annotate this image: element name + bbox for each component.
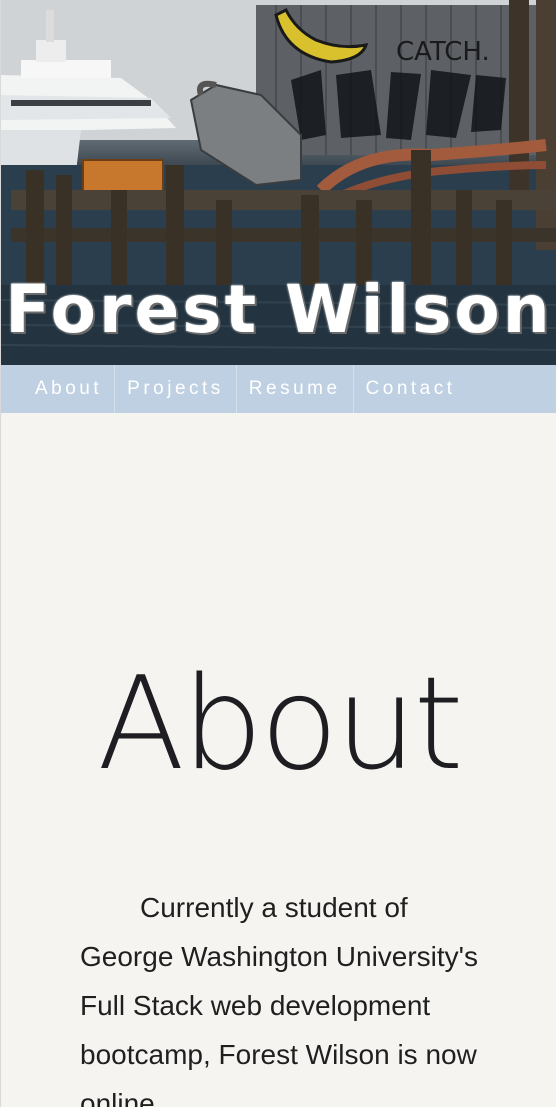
nav-about-link[interactable]: About [23, 365, 116, 413]
main-nav: About Projects Resume Contact [1, 365, 556, 413]
site-title: Forest Wilson [5, 271, 553, 348]
about-heading: About [97, 650, 463, 799]
about-paragraph: Currently a student of George Washington… [80, 892, 479, 1107]
graffiti-text: CATCH. [396, 37, 490, 67]
nav-contact-link[interactable]: Contact [354, 365, 468, 413]
nav-projects-link[interactable]: Projects [115, 365, 237, 413]
hero-banner: CATCH. Forest Wilson [1, 0, 556, 365]
page: CATCH. Forest Wilson About Projects Resu… [0, 0, 556, 1107]
nav-resume-link[interactable]: Resume [237, 365, 354, 413]
